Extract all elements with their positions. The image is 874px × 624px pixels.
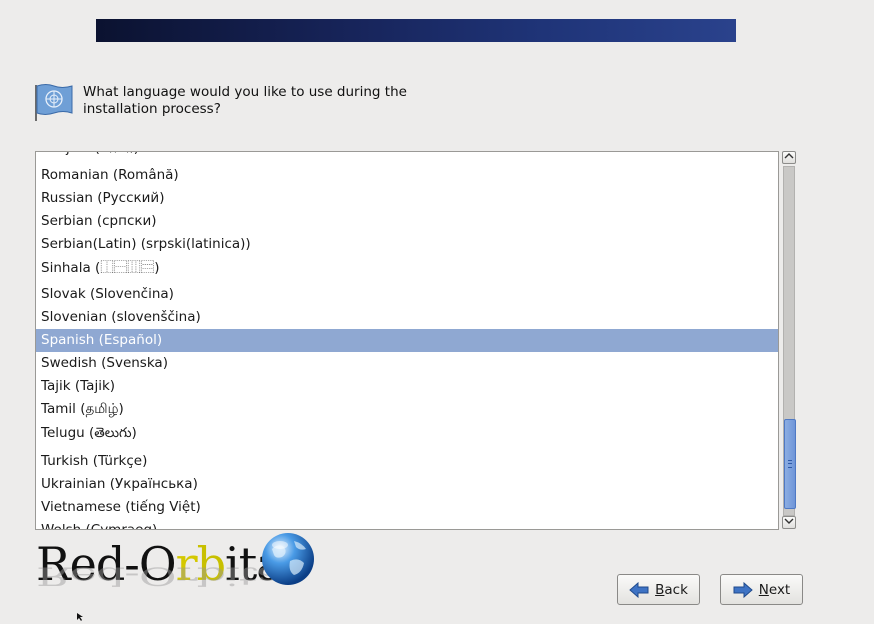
language-item[interactable]: Tamil (தமிழ்): [36, 398, 778, 421]
scroll-up-button[interactable]: [782, 151, 796, 164]
back-button-label: Back: [655, 581, 688, 598]
chevron-down-icon: [784, 518, 794, 524]
language-item[interactable]: Serbian(Latin) (srpski(latinica)): [36, 233, 778, 256]
logo-reflection-part3: b: [196, 561, 226, 591]
red-orbita-logo: Red-Orbita Red-Orbita: [34, 531, 324, 624]
mnemonic-letter: B: [655, 581, 665, 598]
language-item[interactable]: Slovenian (slovenščina): [36, 306, 778, 329]
language-item[interactable]: Romanian (Română): [36, 164, 778, 187]
language-flag-icon: [35, 84, 73, 121]
logo-reflection: Red-Orbita: [36, 561, 283, 591]
language-item[interactable]: Russian (Русский): [36, 187, 778, 210]
language-item[interactable]: Turkish (Türkçe): [36, 450, 778, 473]
scroll-down-button[interactable]: [782, 516, 796, 529]
list-scrollbar[interactable]: [782, 151, 796, 529]
next-button-label: Next: [758, 581, 791, 598]
next-button[interactable]: Next: [720, 574, 803, 605]
logo-reflection-part1: Red-O: [36, 561, 176, 591]
arrow-right-icon: [733, 581, 753, 598]
mouse-cursor-icon: [77, 613, 83, 621]
language-item[interactable]: Ukrainian (Українська): [36, 473, 778, 496]
logo-reflection-part2: r: [175, 561, 197, 591]
arrow-left-icon: [629, 581, 649, 598]
language-list[interactable]: Punjabi (ਪੰਜਾਬੀ) Romanian (Română)Russian…: [35, 151, 779, 530]
language-item[interactable]: Swedish (Svenska): [36, 352, 778, 375]
language-question: What language would you like to use duri…: [83, 84, 407, 117]
chevron-up-icon: [784, 153, 794, 159]
language-item[interactable]: Slovak (Slovenčina): [36, 283, 778, 306]
back-button[interactable]: Back: [617, 574, 700, 605]
mnemonic-letter: N: [758, 581, 769, 598]
language-item[interactable]: Telugu (తెలుగు): [36, 422, 778, 445]
globe-icon: [262, 533, 314, 585]
language-item[interactable]: Tajik (Tajik): [36, 375, 778, 398]
language-item[interactable]: Vietnamese (tiếng Việt): [36, 496, 778, 519]
header-banner: [96, 19, 736, 42]
grip-icon: [788, 460, 792, 468]
language-item[interactable]: Welsh (Cymraeg): [36, 519, 778, 529]
language-item[interactable]: Serbian (српски): [36, 210, 778, 233]
language-item[interactable]: Spanish (Español): [36, 329, 778, 352]
scroll-thumb[interactable]: [784, 419, 796, 509]
language-item[interactable]: Punjabi (ਪੰਜਾਬੀ): [36, 152, 778, 160]
language-item[interactable]: Sinhala (⿰⿱⿲⿳): [36, 257, 778, 280]
scroll-track[interactable]: [783, 166, 796, 516]
